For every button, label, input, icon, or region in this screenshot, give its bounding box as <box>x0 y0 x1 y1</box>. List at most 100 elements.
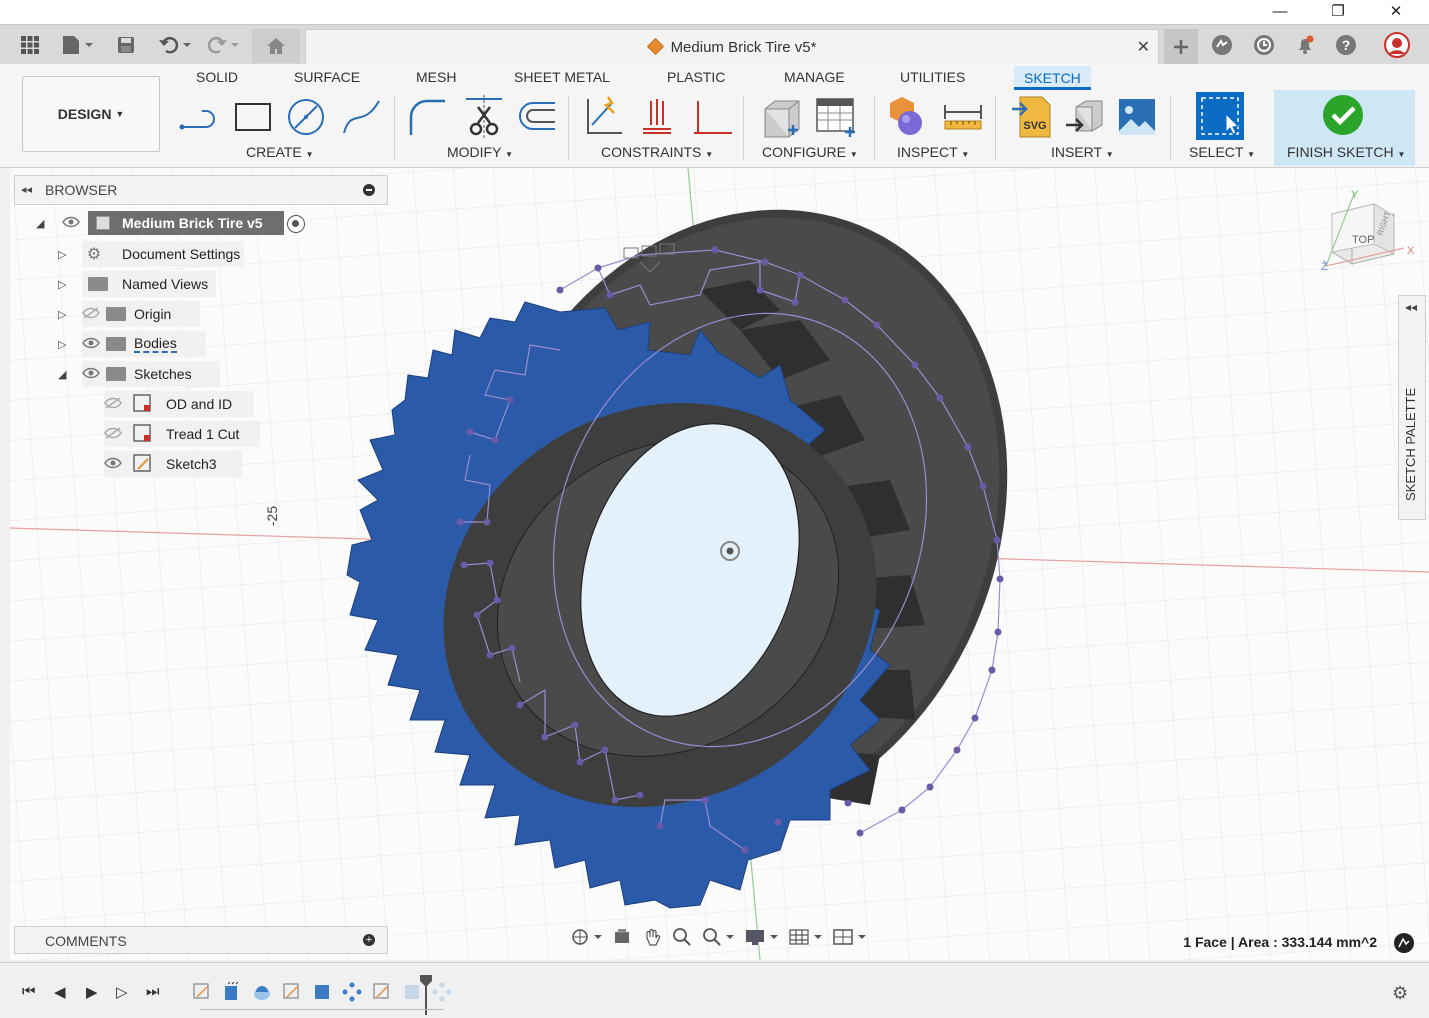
coincident-constraint-icon[interactable] <box>636 96 678 138</box>
finish-sketch-menu[interactable]: FINISH SKETCH ▼ <box>1287 144 1405 160</box>
pan-hand-icon[interactable] <box>642 927 662 952</box>
expand-palette-icon[interactable]: ◂◂ <box>1405 300 1417 314</box>
expand-arrow[interactable]: ▷ <box>58 248 66 261</box>
close-tab-button[interactable]: ✕ <box>1137 37 1150 57</box>
tab-mesh[interactable]: MESH <box>416 69 456 85</box>
tab-surface[interactable]: SURFACE <box>294 69 360 85</box>
visibility-eye-icon[interactable] <box>104 457 122 472</box>
create-group-menu[interactable]: CREATE ▼ <box>246 144 314 160</box>
new-tab-icon[interactable] <box>1164 29 1198 65</box>
insert-canvas-icon[interactable] <box>1116 96 1158 138</box>
timeline-suppressed-feature[interactable] <box>402 982 422 1002</box>
go-to-end-icon[interactable]: ⏭ <box>146 983 160 1000</box>
timeline-extrude-feature[interactable] <box>222 981 242 1002</box>
timeline-sketch-feature[interactable] <box>282 982 302 1002</box>
expand-arrow[interactable]: ▷ <box>58 308 66 321</box>
visibility-eye-icon[interactable] <box>82 337 100 352</box>
step-back-icon[interactable]: ◀ <box>54 983 66 1001</box>
undo-icon[interactable] <box>156 31 194 59</box>
help-icon[interactable]: ? <box>1334 31 1358 59</box>
step-forward-icon[interactable]: ▷ <box>116 983 128 1001</box>
user-avatar-icon[interactable] <box>1383 31 1411 59</box>
tab-utilities[interactable]: UTILITIES <box>900 69 965 85</box>
timeline-settings-gear-icon[interactable]: ⚙ <box>1392 983 1408 1004</box>
spline-tool-icon[interactable] <box>340 96 382 138</box>
comments-panel[interactable]: COMMENTS + <box>14 926 388 954</box>
add-comment-icon[interactable]: + <box>363 934 375 946</box>
close-window-button[interactable]: ✕ <box>1373 0 1419 22</box>
visibility-eye-icon[interactable] <box>62 216 80 231</box>
insert-group-menu[interactable]: INSERT ▼ <box>1051 144 1114 160</box>
circle-tool-icon[interactable] <box>285 96 327 138</box>
timeline-sketch-feature[interactable] <box>192 982 212 1002</box>
timeline-pattern-feature[interactable] <box>342 982 362 1002</box>
file-menu-icon[interactable] <box>58 31 98 59</box>
document-tab[interactable]: Medium Brick Tire v5* ✕ <box>305 29 1159 65</box>
collapse-arrow[interactable]: ◢ <box>58 368 66 381</box>
select-tool-icon[interactable] <box>1196 92 1244 140</box>
browser-item-tread-1-cut[interactable]: Tread 1 Cut <box>104 421 260 447</box>
constraints-group-menu[interactable]: CONSTRAINTS ▼ <box>601 144 713 160</box>
orbit-icon[interactable] <box>570 927 602 952</box>
insert-svg-icon[interactable]: SVG <box>1010 96 1052 138</box>
hidden-eye-icon[interactable] <box>104 426 122 442</box>
display-settings-icon[interactable] <box>744 927 778 952</box>
job-status-icon[interactable] <box>1252 31 1276 59</box>
design-workspace-button[interactable]: DESIGN ▼ <box>22 76 160 152</box>
auto-constrain-icon[interactable] <box>582 96 624 138</box>
notifications-icon[interactable] <box>1293 31 1317 59</box>
zoom-icon[interactable] <box>672 927 692 952</box>
rectangle-tool-icon[interactable] <box>232 96 274 138</box>
parameters-icon[interactable] <box>759 96 801 138</box>
restore-button[interactable]: ❐ <box>1315 0 1361 22</box>
grid-menu-icon[interactable] <box>18 31 42 59</box>
fillet-tool-icon[interactable] <box>406 96 448 138</box>
viewports-icon[interactable] <box>832 927 866 952</box>
expand-arrow[interactable]: ▷ <box>58 278 66 291</box>
hidden-eye-icon[interactable] <box>104 396 122 412</box>
zoom-window-icon[interactable] <box>702 927 734 952</box>
offset-tool-icon[interactable] <box>515 96 557 138</box>
insert-mesh-icon[interactable] <box>1064 96 1106 138</box>
collapse-root-arrow[interactable]: ◢ <box>36 217 44 230</box>
browser-item-sketch3[interactable]: Sketch3 <box>104 451 242 477</box>
finish-sketch-check-icon[interactable] <box>1322 94 1364 136</box>
tab-solid[interactable]: SOLID <box>196 69 238 85</box>
trim-tool-icon[interactable] <box>462 95 504 139</box>
dimension-label[interactable]: -25 <box>264 506 280 526</box>
expand-arrow[interactable]: ▷ <box>58 338 66 351</box>
redo-icon[interactable] <box>204 31 242 59</box>
collapse-browser-icon[interactable]: ◂◂ <box>21 183 32 196</box>
look-at-icon[interactable] <box>612 927 632 952</box>
home-icon[interactable] <box>252 29 300 63</box>
configure-group-menu[interactable]: CONFIGURE ▼ <box>762 144 858 160</box>
browser-item-bodies[interactable]: Bodies <box>82 331 206 357</box>
save-icon[interactable] <box>114 31 138 59</box>
measure-icon[interactable] <box>941 96 983 138</box>
tab-sheet-metal[interactable]: SHEET METAL <box>514 69 610 85</box>
sketch-palette-panel[interactable]: ◂◂ SKETCH PALETTE <box>1398 295 1426 520</box>
grid-settings-icon[interactable] <box>788 927 822 952</box>
tab-manage[interactable]: MANAGE <box>784 69 845 85</box>
hidden-eye-icon[interactable] <box>82 306 100 322</box>
timeline-sketch-feature[interactable] <box>372 982 392 1002</box>
play-icon[interactable]: ▶ <box>86 983 98 1001</box>
browser-root-item[interactable]: Medium Brick Tire v5 <box>88 211 284 235</box>
browser-item-document-settings[interactable]: ⚙ Document Settings <box>82 241 244 267</box>
perpendicular-constraint-icon[interactable] <box>690 96 732 138</box>
browser-minimize-icon[interactable] <box>363 184 375 196</box>
timeline-revolve-feature[interactable] <box>252 982 272 1002</box>
tab-plastic[interactable]: PLASTIC <box>667 69 725 85</box>
tab-sketch[interactable]: SKETCH <box>1014 66 1091 90</box>
display-mode-icon[interactable] <box>1394 933 1414 953</box>
extensions-icon[interactable] <box>1210 31 1234 59</box>
modify-group-menu[interactable]: MODIFY ▼ <box>447 144 513 160</box>
minimize-button[interactable]: — <box>1257 0 1303 22</box>
timeline-extrude-feature[interactable] <box>312 982 332 1002</box>
viewcube[interactable]: TOP RIGHT Y X Z <box>1318 186 1418 276</box>
select-group-menu[interactable]: SELECT ▼ <box>1189 144 1255 160</box>
inspect-group-menu[interactable]: INSPECT ▼ <box>897 144 969 160</box>
browser-item-sketches[interactable]: Sketches <box>82 361 220 387</box>
browser-item-od-and-id[interactable]: OD and ID <box>104 391 254 417</box>
3d-viewport[interactable]: -25 <box>10 168 1429 960</box>
